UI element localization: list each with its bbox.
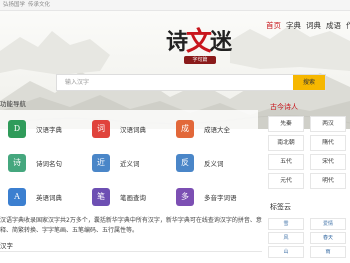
poets-title: 古今诗人	[270, 103, 298, 111]
word-dictionary-icon: 词	[92, 120, 110, 138]
description-line-2: 释、简繁转换、字字笔画、五笔编码、五行属性等。	[0, 227, 139, 234]
func-item-cidian[interactable]: 词 汉语词典	[92, 118, 172, 144]
site-slogan: 弘扬国学	[3, 2, 26, 8]
tag-shan[interactable]: 山	[268, 246, 304, 258]
top-bar-text: 弘扬国学 传承文化	[0, 0, 50, 10]
dictionary-description: 汉语字典收录国家汉字共2万多个，囊括新华字典中所有汉字，新华字典可在线查询汉字的…	[0, 216, 262, 236]
poet-era-nanbeichao[interactable]: 南北朝	[268, 135, 304, 151]
function-nav-title: 功能导航	[0, 100, 26, 108]
nav-chengyu[interactable]: 成语	[326, 20, 341, 31]
main-nav: 首页字典词典成语作文诗词古文	[266, 20, 350, 31]
logo-char-3: 迷	[210, 29, 233, 55]
site-logo[interactable]: 诗 文 迷 字句篇	[166, 24, 232, 66]
search-button[interactable]: 搜索	[293, 75, 325, 90]
nav-zidian[interactable]: 字典	[286, 20, 301, 31]
english-icon: A	[8, 188, 26, 206]
dictionary-icon: D	[8, 120, 26, 138]
poet-era-lianghan[interactable]: 两汉	[310, 116, 346, 132]
nav-zuowen[interactable]: 作文	[346, 20, 350, 31]
func-item-shici[interactable]: 诗 诗词名句	[8, 152, 88, 178]
func-item-zidian[interactable]: D 汉语字典	[8, 118, 88, 144]
tag-xue[interactable]: 雪	[268, 218, 304, 230]
func-label: 笔画查询	[120, 194, 146, 202]
poet-era-wudai[interactable]: 五代	[268, 154, 304, 170]
nav-home[interactable]: 首页	[266, 20, 281, 31]
poetry-icon: 诗	[8, 154, 26, 172]
synonym-icon: 近	[92, 154, 110, 172]
func-item-jinyici[interactable]: 近 近义词	[92, 152, 172, 178]
func-item-duoyinzi[interactable]: 多 多音字词语	[176, 186, 256, 212]
poet-era-yuandai[interactable]: 元代	[268, 173, 304, 189]
polyphone-icon: 多	[176, 188, 194, 206]
poet-era-songdai[interactable]: 宋代	[310, 154, 346, 170]
antonym-icon: 反	[176, 154, 194, 172]
tag-aiqing[interactable]: 爱情	[310, 218, 346, 230]
tag-yu[interactable]: 雨	[310, 246, 346, 258]
func-label: 英语词典	[36, 194, 62, 202]
func-label: 近义词	[120, 160, 140, 168]
logo-subtitle: 字句篇	[184, 56, 216, 64]
logo-char-2: 文	[186, 27, 213, 57]
poet-era-xianqin[interactable]: 先秦	[268, 116, 304, 132]
poet-era-mingdai[interactable]: 明代	[310, 173, 346, 189]
poets-grid: 先秦 两汉 南北朝 隋代 五代 宋代 元代 明代	[268, 116, 350, 192]
tag-feng[interactable]: 风	[268, 232, 304, 244]
func-label: 成语大全	[204, 126, 230, 134]
search-input[interactable]: 输入汉字	[65, 75, 89, 90]
idiom-icon: 成	[176, 120, 194, 138]
section-divider	[0, 251, 262, 252]
func-label: 反义词	[204, 160, 224, 168]
section-subheading: 汉字	[0, 242, 13, 250]
func-item-bihua[interactable]: 笔 笔画查询	[92, 186, 172, 212]
logo-char-1: 诗	[166, 29, 189, 55]
tag-chuntian[interactable]: 春天	[310, 232, 346, 244]
search-bar: 输入汉字 搜索	[56, 74, 326, 91]
tag-cloud-title: 标签云	[270, 203, 291, 211]
function-panel: D 汉语字典 词 汉语词典 成 成语大全 诗 诗词名句 近 近义词 反 反义词 …	[0, 110, 258, 216]
tag-cloud: 雪 爱情 风 春天 山 雨	[268, 218, 350, 263]
func-item-yingyu[interactable]: A 英语词典	[8, 186, 88, 212]
func-label: 诗词名句	[36, 160, 62, 168]
description-line-1: 汉语字典收录国家汉字共2万多个，囊括新华字典中所有汉字，新华字典可在线查询汉字的…	[0, 217, 262, 224]
site-tagline: 传承文化	[28, 2, 51, 8]
stroke-icon: 笔	[92, 188, 110, 206]
func-item-chengyu[interactable]: 成 成语大全	[176, 118, 256, 144]
poet-era-suidai[interactable]: 隋代	[310, 135, 346, 151]
func-label: 汉语字典	[36, 126, 62, 134]
nav-cidian[interactable]: 词典	[306, 20, 321, 31]
func-label: 汉语词典	[120, 126, 146, 134]
func-label: 多音字词语	[204, 194, 237, 202]
func-item-fanyici[interactable]: 反 反义词	[176, 152, 256, 178]
top-bar: 弘扬国学 传承文化	[0, 0, 350, 11]
